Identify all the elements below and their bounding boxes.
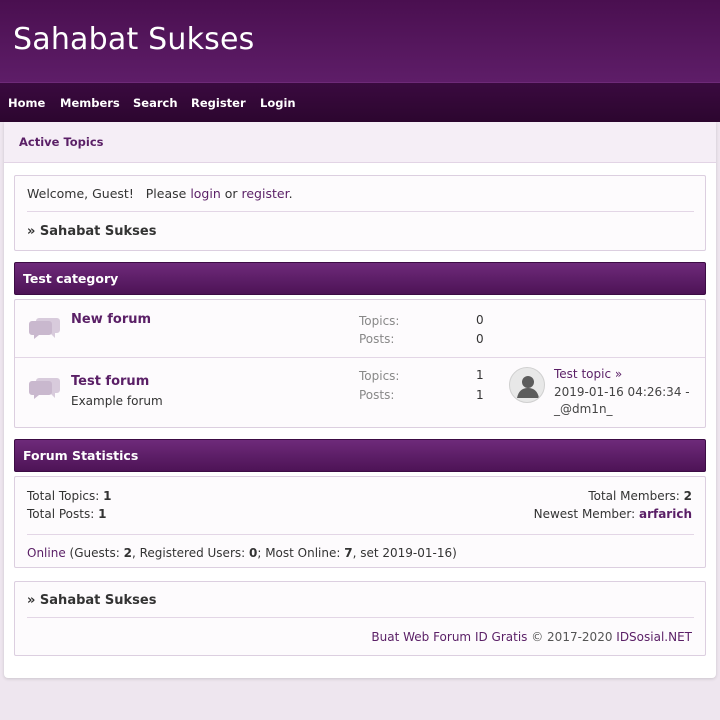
welcome-suffix: . — [288, 186, 293, 201]
footer-credit: Buat Web Forum ID Gratis © 2017-2020 IDS… — [371, 630, 692, 644]
category-header: Test category — [14, 262, 706, 295]
credit-text: © 2017-2020 — [527, 630, 617, 644]
topics-label: Topics: — [359, 314, 400, 328]
online-link[interactable]: Online — [27, 546, 66, 560]
newest-member-link[interactable]: arfarich — [639, 507, 692, 521]
statistics-header: Forum Statistics — [14, 439, 706, 472]
total-topics: Total Topics: 1 — [27, 489, 112, 503]
forum-name-test-forum[interactable]: Test forum — [71, 374, 149, 389]
nav-register[interactable]: Register — [191, 96, 246, 110]
total-members: Total Members: 2 — [588, 489, 692, 503]
forum-list: New forum Topics: 0 Posts: 0 Test forum … — [14, 299, 706, 428]
forum-row: Test forum Example forum Topics: 1 Posts… — [15, 358, 705, 428]
last-topic-link[interactable]: Test topic » — [554, 367, 622, 381]
credit-brand-link[interactable]: IDSosial.NET — [616, 630, 692, 644]
nav-members[interactable]: Members — [60, 96, 120, 110]
topics-count: 1 — [476, 368, 484, 382]
total-members-value: 2 — [683, 489, 692, 503]
welcome-prefix: Welcome, Guest! Please — [27, 186, 191, 201]
tab-bar: Active Topics — [4, 122, 716, 163]
divider — [27, 534, 694, 535]
online-summary: Online (Guests: 2, Registered Users: 0; … — [27, 546, 457, 560]
total-posts: Total Posts: 1 — [27, 507, 106, 521]
total-topics-value: 1 — [103, 489, 112, 503]
posts-count: 1 — [476, 388, 484, 402]
welcome-box: Welcome, Guest! Please login or register… — [14, 175, 706, 251]
forum-chat-icon — [29, 318, 60, 339]
credit-link[interactable]: Buat Web Forum ID Gratis — [371, 630, 527, 644]
total-members-label: Total Members: — [588, 489, 684, 503]
statistics-box: Total Topics: 1 Total Posts: 1 Total Mem… — [14, 476, 706, 568]
nav-login[interactable]: Login — [260, 96, 296, 110]
divider — [27, 211, 694, 212]
most-online-label: ; Most Online: — [257, 546, 345, 560]
register-link[interactable]: register — [242, 186, 289, 201]
topics-count: 0 — [476, 313, 484, 327]
footer-box: » Sahabat Sukses Buat Web Forum ID Grati… — [14, 581, 706, 656]
main-nav: Home Members Search Register Login — [0, 82, 720, 122]
forum-row: New forum Topics: 0 Posts: 0 — [15, 300, 705, 357]
online-guests-label: (Guests: — [65, 546, 124, 560]
total-topics-label: Total Topics: — [27, 489, 104, 503]
nav-home[interactable]: Home — [8, 96, 45, 110]
forum-description: Example forum — [71, 394, 163, 408]
forum-name-new-forum[interactable]: New forum — [71, 312, 151, 327]
main-content: Active Topics Welcome, Guest! Please log… — [4, 122, 716, 678]
avatar[interactable] — [509, 367, 545, 403]
posts-label: Posts: — [359, 388, 395, 402]
online-registered-label: , Registered Users: — [131, 546, 249, 560]
total-posts-value: 1 — [98, 507, 107, 521]
posts-count: 0 — [476, 332, 484, 346]
statistics-title: Forum Statistics — [23, 448, 139, 463]
divider — [27, 617, 694, 618]
site-title[interactable]: Sahabat Sukses — [13, 22, 255, 57]
posts-label: Posts: — [359, 332, 395, 346]
tab-active-topics[interactable]: Active Topics — [19, 135, 104, 149]
topics-label: Topics: — [359, 369, 400, 383]
most-online-value: 7 — [344, 546, 353, 560]
welcome-message: Welcome, Guest! Please login or register… — [27, 186, 293, 201]
newest-member: Newest Member: arfarich — [534, 507, 692, 521]
newest-member-label: Newest Member: — [533, 507, 639, 521]
footer-breadcrumb[interactable]: » Sahabat Sukses — [27, 593, 156, 608]
breadcrumb[interactable]: » Sahabat Sukses — [27, 224, 156, 239]
nav-search[interactable]: Search — [133, 96, 178, 110]
most-online-date: , set 2019-01-16) — [352, 546, 457, 560]
last-post-date: 2019-01-16 04:26:34 - — [554, 385, 690, 399]
last-post-user[interactable]: _@dm1n_ — [554, 401, 704, 418]
category-title[interactable]: Test category — [23, 271, 118, 286]
site-header: Sahabat Sukses — [0, 0, 720, 82]
last-post-meta: 2019-01-16 04:26:34 - _@dm1n_ — [554, 384, 704, 418]
forum-chat-icon — [29, 378, 60, 399]
online-guests-value: 2 — [123, 546, 132, 560]
login-link[interactable]: login — [190, 186, 220, 201]
user-silhouette-icon — [517, 376, 539, 398]
total-posts-label: Total Posts: — [27, 507, 99, 521]
welcome-or: or — [220, 186, 242, 201]
